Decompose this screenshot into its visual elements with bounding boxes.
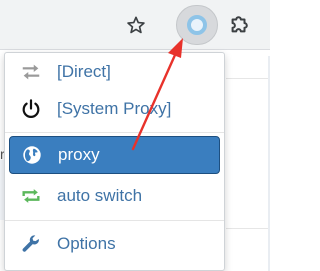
- page-edge: [268, 56, 270, 271]
- menu-item-system-proxy[interactable]: [System Proxy]: [9, 90, 220, 128]
- proxy-popup-menu: [Direct] [System Proxy] proxy auto switc…: [4, 52, 225, 271]
- puzzle-icon: [231, 16, 248, 33]
- menu-item-auto-switch[interactable]: auto switch: [9, 177, 220, 215]
- menu-item-label: Options: [57, 234, 116, 253]
- menu-item-label: [Direct]: [57, 62, 111, 81]
- menu-item-label: auto switch: [57, 186, 143, 205]
- browser-toolbar: [0, 0, 270, 50]
- globe-icon: [20, 143, 44, 167]
- extensions-menu-button[interactable]: [226, 12, 252, 38]
- bookmark-star-button[interactable]: [123, 12, 149, 38]
- proxy-ring-icon: [187, 15, 207, 35]
- star-icon: [127, 16, 145, 34]
- menu-item-label: [System Proxy]: [57, 99, 172, 118]
- wrench-icon: [19, 232, 43, 256]
- menu-divider: [5, 220, 224, 221]
- direct-arrows-icon: [19, 60, 43, 84]
- page-divider: [226, 228, 270, 229]
- menu-item-label: proxy: [58, 145, 100, 164]
- menu-item-direct[interactable]: [Direct]: [9, 53, 220, 91]
- page-divider: [226, 78, 270, 79]
- power-icon: [19, 97, 43, 121]
- menu-item-options[interactable]: Options: [9, 225, 220, 263]
- proxy-extension-button[interactable]: [176, 5, 218, 45]
- repeat-icon: [19, 184, 43, 208]
- menu-item-proxy[interactable]: proxy: [9, 136, 220, 174]
- menu-divider: [5, 132, 224, 133]
